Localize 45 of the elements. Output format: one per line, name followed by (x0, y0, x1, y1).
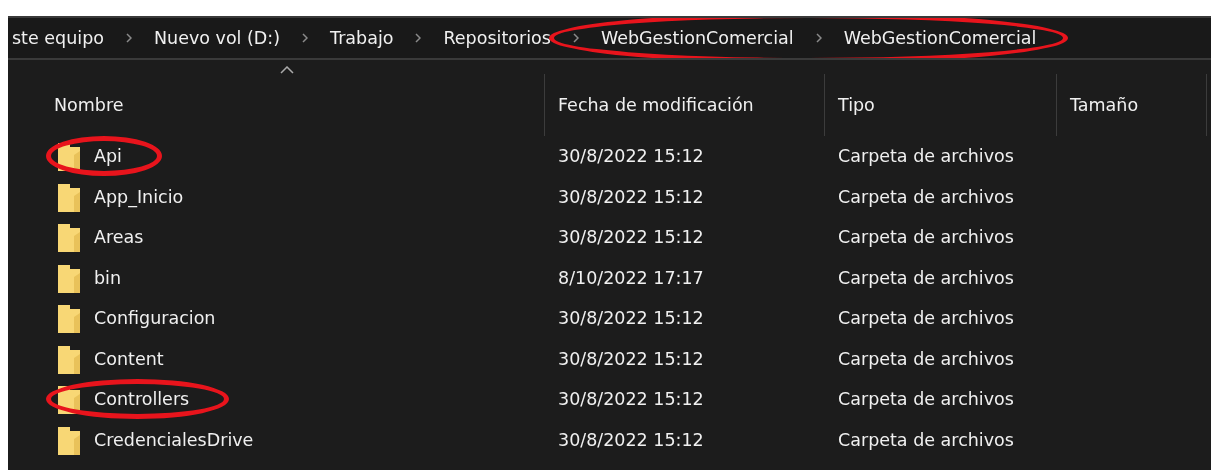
file-name[interactable]: Areas (94, 224, 144, 251)
type-cell-text: Carpeta de archivos (837, 428, 1015, 452)
folder-icon (58, 343, 80, 374)
date-cell-text: 30/8/2022 15:12 (557, 145, 705, 169)
folder-icon (58, 303, 80, 334)
file-name[interactable]: Api (94, 143, 122, 170)
type-cell-text: Carpeta de archivos (837, 266, 1015, 290)
breadcrumb-item[interactable]: Trabajo (326, 24, 398, 52)
folder-icon (58, 181, 80, 212)
date-cell-text: 30/8/2022 15:12 (557, 226, 705, 250)
type-cell-text: Carpeta de archivos (837, 347, 1015, 371)
breadcrumb-item[interactable]: ste equipo (8, 24, 108, 52)
chevron-icon (815, 33, 822, 43)
breadcrumb-item[interactable]: WebGestionComercial (596, 24, 798, 52)
column-header[interactable]: Fecha de modificación (558, 91, 754, 119)
type-cell-text: Carpeta de archivos (837, 388, 1015, 412)
chevron-icon (302, 33, 309, 43)
type-cell-text: Carpeta de archivos (837, 226, 1015, 250)
column-header[interactable]: Nombre (54, 91, 124, 119)
date-cell-text: 30/8/2022 15:12 (557, 347, 705, 371)
date-cell-text: 30/8/2022 15:12 (557, 185, 705, 209)
date-cell-text: 8/10/2022 17:17 (557, 266, 705, 290)
type-cell-text: Carpeta de archivos (837, 185, 1015, 209)
file-name[interactable]: Configuracion (94, 305, 216, 332)
folder-icon (58, 262, 80, 293)
chevron-icon (572, 33, 579, 43)
breadcrumb-item[interactable]: WebGestionComercial (839, 24, 1041, 52)
column-header[interactable]: Tamaño (1070, 91, 1139, 119)
chevron-icon (415, 33, 422, 43)
date-cell-text: 30/8/2022 15:12 (557, 428, 705, 452)
date-cell-text: 30/8/2022 15:12 (557, 307, 705, 331)
type-cell-text: Carpeta de archivos (837, 145, 1015, 169)
folder-icon (58, 424, 80, 455)
file-name[interactable]: bin (94, 264, 122, 291)
file-name[interactable]: App_Inicio (94, 183, 184, 210)
file-name[interactable]: Controllers (94, 386, 190, 413)
date-cell-text: 30/8/2022 15:12 (557, 388, 705, 412)
file-name[interactable]: CredencialesDrive (94, 426, 254, 453)
breadcrumb-item[interactable]: Repositorios (439, 24, 555, 52)
type-cell-text: Carpeta de archivos (837, 307, 1015, 331)
folder-icon (58, 222, 80, 253)
breadcrumb-item[interactable]: Nuevo vol (D:) (149, 24, 285, 52)
column-header[interactable]: Tipo (838, 91, 875, 119)
file-name[interactable]: Content (94, 345, 164, 372)
chevron-icon (125, 33, 132, 43)
